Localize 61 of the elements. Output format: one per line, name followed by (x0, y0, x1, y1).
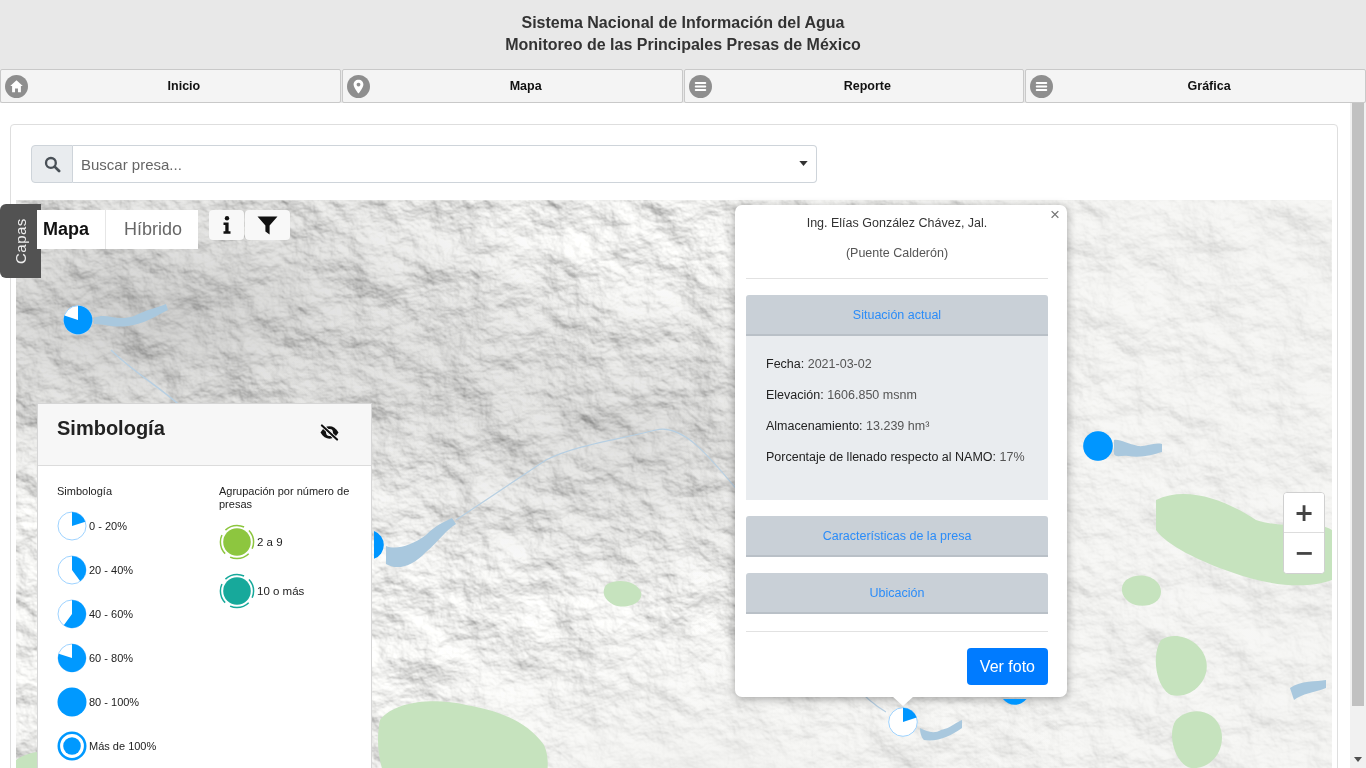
vegetation-area (1172, 711, 1222, 768)
legend-label: 40 - 60% (89, 608, 134, 620)
nav-button[interactable]: Inicio (0, 69, 341, 103)
legend-label: 2 a 9 (257, 536, 283, 548)
home-icon (5, 74, 28, 98)
menu-icon (1030, 74, 1054, 98)
legend-label: 20 - 40% (89, 564, 134, 576)
vegetation-area (1155, 636, 1207, 696)
search-button[interactable] (31, 145, 73, 183)
close-button[interactable]: × (1046, 206, 1064, 224)
eye-slash-icon[interactable] (319, 424, 340, 441)
filled-circle-icon (57, 687, 87, 717)
site-subtitle: Monitoreo de las Principales Presas de México (505, 35, 861, 55)
pie-icon (57, 511, 87, 541)
dam-marker[interactable] (374, 531, 384, 559)
info-row-text: Elevación: 1606.850 msnm (766, 387, 918, 404)
legend-title: Simbología (57, 417, 165, 439)
nav-button[interactable]: Reporte (683, 69, 1025, 103)
zoom-in-button[interactable]: + (1284, 493, 1324, 533)
scroll-down-arrow-icon[interactable] (1354, 757, 1362, 762)
legend-label: 60 - 80% (89, 652, 134, 664)
lake (386, 518, 456, 568)
vegetation-area (1121, 575, 1161, 606)
search-icon (43, 155, 61, 173)
legend-label: Más de 100% (89, 740, 157, 752)
info-row-text: Fecha: 2021-03-02 (766, 356, 873, 373)
lake (1290, 680, 1326, 700)
dam-marker[interactable] (63, 305, 93, 335)
pie-icon (57, 643, 87, 673)
dam-marker[interactable] (1083, 431, 1113, 461)
site-title: Sistema Nacional de Información del Agua (521, 13, 845, 33)
scrollbar-thumb[interactable] (1352, 103, 1364, 706)
legend-heading: Agrupación por número de presas (219, 485, 351, 511)
dam-marker[interactable] (1003, 699, 1027, 705)
dam-name: Ing. Elías González Chávez, Jal. (805, 215, 989, 232)
scrollbar-track[interactable] (1350, 103, 1366, 768)
pie-icon (57, 555, 87, 585)
view-photo-button[interactable]: Ver foto (966, 648, 1048, 685)
caret-icon (799, 161, 808, 166)
map-pin-icon (346, 74, 370, 98)
legend-label: 0 - 20% (89, 520, 127, 532)
info-button[interactable] (209, 210, 244, 240)
vegetation-area (603, 581, 642, 607)
filter-button[interactable] (245, 210, 290, 240)
layers-tab[interactable]: Capas (0, 204, 41, 278)
filter-icon (257, 215, 278, 235)
lake (920, 720, 962, 741)
menu-icon (688, 74, 712, 98)
info-icon (222, 216, 231, 234)
nav-button[interactable]: Gráfica (1025, 69, 1366, 103)
ring-dot-icon (57, 731, 87, 761)
legend-label: 10 o más (257, 585, 305, 597)
lake (1114, 439, 1162, 457)
nav-button[interactable]: Mapa (341, 69, 683, 103)
info-row-text: Porcentaje de llenado respecto al NAMO: 17% (766, 449, 1026, 466)
search-field[interactable]: Buscar presa... (73, 145, 817, 183)
legend-heading: Simbología (57, 485, 114, 498)
pie-icon (57, 599, 87, 629)
legend-label: 80 - 100% (89, 696, 140, 708)
dam-alias: (Puente Calderón) (844, 245, 950, 262)
info-row-text: Almacenamiento: 13.239 hm³ (766, 418, 931, 435)
